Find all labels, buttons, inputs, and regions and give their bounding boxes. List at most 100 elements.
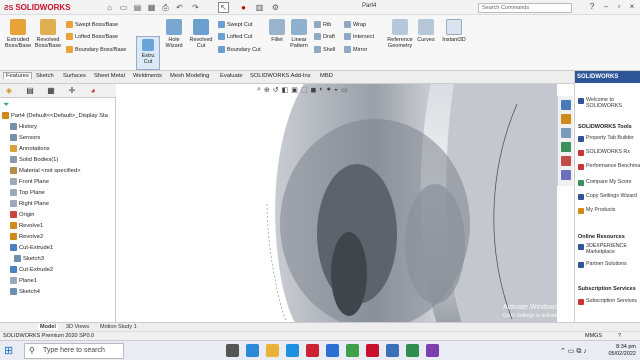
tool-item[interactable]: Copy Settings Wizard (578, 193, 640, 200)
tree-item[interactable]: Right Plane (10, 200, 49, 207)
revolved-cut-button[interactable]: Revolved Cut (188, 19, 214, 49)
tree-item[interactable]: Sketch3 (14, 255, 44, 262)
dimxpert-icon[interactable]: ✛ (67, 86, 77, 96)
home-icon[interactable]: ⌂ (104, 2, 115, 13)
feature-manager-icon[interactable]: ◈ (4, 86, 14, 96)
rib-button[interactable]: Rib (314, 21, 331, 28)
app-icon[interactable] (306, 344, 319, 357)
view-orientation-icon[interactable]: ⬚ (301, 86, 308, 94)
zoom-to-fit-icon[interactable]: ⌕ (257, 86, 261, 94)
tree-item[interactable]: Cut-Extrude2 (10, 266, 53, 273)
tree-root[interactable]: Part4 (Default<<Default>_Display Sta (2, 112, 108, 119)
subscription-item[interactable]: Subscription Services (578, 298, 640, 305)
configuration-manager-icon[interactable]: ▦ (46, 86, 56, 96)
tab-features[interactable]: Features (3, 72, 32, 79)
tree-item[interactable]: Top Plane (10, 189, 45, 196)
tab-sketch[interactable]: Sketch (36, 73, 54, 79)
search-commands-input[interactable]: Search Commands (478, 3, 572, 13)
filter-icon[interactable]: ⏷ (3, 100, 9, 110)
tab-mesh-modeling[interactable]: Mesh Modeling (170, 73, 209, 79)
display-style-icon[interactable]: ◼ (311, 86, 317, 94)
tree-item[interactable]: Material <not specified> (10, 167, 81, 174)
tree-item[interactable]: Origin (10, 211, 34, 218)
mail-icon[interactable] (326, 344, 339, 357)
undo-icon[interactable]: ↶ (174, 2, 185, 13)
windows-start-icon[interactable]: ⊞ (4, 344, 13, 357)
apply-scene-icon[interactable]: ◒ (334, 86, 338, 94)
tree-item[interactable]: Sketch4 (10, 288, 40, 295)
edge-icon[interactable] (246, 344, 259, 357)
units-selector[interactable]: MMGS (585, 333, 602, 339)
tree-item[interactable]: Front Plane (10, 178, 49, 185)
file-explorer-icon[interactable] (561, 128, 571, 138)
task-view-icon[interactable] (226, 344, 239, 357)
explorer-icon[interactable] (266, 344, 279, 357)
solidworks-logo[interactable]: ƧS SOLIDWORKS (4, 3, 70, 12)
chrome-icon[interactable] (346, 344, 359, 357)
welcome-link[interactable]: Welcome to SOLIDWORKS (578, 97, 640, 109)
tab-evaluate[interactable]: Evaluate (220, 73, 243, 79)
hole-wizard-button[interactable]: Hole Wizard (162, 19, 186, 49)
minimize-icon[interactable]: – (600, 1, 612, 13)
tab-surfaces[interactable]: Surfaces (63, 73, 86, 79)
fillet-button[interactable]: Fillet (266, 19, 288, 43)
tab-sheet-metal[interactable]: Sheet Metal (94, 73, 125, 79)
save-icon[interactable]: ▦ (146, 2, 157, 13)
tool-item[interactable]: Compare My Score (578, 179, 640, 186)
redo-icon[interactable]: ↷ (190, 2, 201, 13)
help-icon[interactable]: ? (586, 1, 598, 13)
tab-addins[interactable]: SOLIDWORKS Add-Ins (250, 73, 311, 79)
select-icon[interactable]: ↖ (218, 2, 229, 13)
zoom-area-icon[interactable]: ⊕ (264, 86, 270, 94)
new-document-icon[interactable]: ▭ (118, 2, 129, 13)
edit-appearance-icon[interactable]: ● (327, 86, 331, 94)
print-icon[interactable]: ⎙ (160, 2, 171, 13)
boundary-boss-button[interactable]: Boundary Boss/Base (66, 46, 126, 53)
extruded-boss-button[interactable]: Extruded Boss/Base (3, 19, 33, 49)
tab-motion-study[interactable]: Motion Study 1 (100, 324, 137, 330)
linear-pattern-button[interactable]: Linear Pattern (288, 19, 310, 49)
graphics-area[interactable]: ⌕ ⊕ ↺ ◧ ▣ ⬚ ◼ ◐ ● ◒ ▭ (117, 84, 557, 322)
rebuild-icon[interactable]: ● (238, 2, 249, 13)
tool-item[interactable]: SOLIDWORKS Rx (578, 149, 640, 156)
hide-show-icon[interactable]: ◐ (319, 86, 323, 94)
tab-mbd[interactable]: MBD (320, 73, 333, 79)
tab-3d-views[interactable]: 3D Views (66, 324, 89, 330)
options-icon[interactable]: ⚙ (270, 2, 281, 13)
custom-properties-icon[interactable] (561, 170, 571, 180)
lofted-cut-button[interactable]: Lofted Cut (218, 33, 252, 40)
dynamic-annotation-icon[interactable]: ▣ (291, 86, 298, 94)
section-view-icon[interactable]: ◧ (282, 86, 289, 94)
design-library-icon[interactable] (561, 114, 571, 124)
curves-button[interactable]: Curves (416, 19, 436, 43)
tree-item[interactable]: Annotations (10, 145, 50, 152)
swept-cut-button[interactable]: Swept Cut (218, 21, 252, 28)
store-icon[interactable] (286, 344, 299, 357)
close-icon[interactable]: × (626, 1, 638, 13)
property-manager-icon[interactable]: ▤ (25, 86, 35, 96)
online-item[interactable]: Partner Solutions (578, 261, 640, 268)
open-icon[interactable]: ▤ (132, 2, 143, 13)
tree-item[interactable]: Plane1 (10, 277, 37, 284)
tab-model[interactable]: Model (38, 324, 58, 330)
extruded-cut-button[interactable]: Extru Cut (136, 36, 160, 70)
boundary-cut-button[interactable]: Boundary Cut (218, 46, 261, 53)
previous-view-icon[interactable]: ↺ (273, 86, 279, 94)
word-icon[interactable] (386, 344, 399, 357)
solidworks-taskbar-icon[interactable] (366, 344, 379, 357)
online-item[interactable]: 3DEXPERIENCE Marketplace (578, 243, 640, 255)
swept-boss-button[interactable]: Swept Boss/Base (66, 21, 118, 28)
tool-item[interactable]: Performance Benchmark Test (578, 163, 640, 170)
clock[interactable]: 8:34 pm 05/02/2022 (606, 344, 636, 358)
tree-item[interactable]: Cut-Extrude1 (10, 244, 53, 251)
excel-icon[interactable] (406, 344, 419, 357)
resources-icon[interactable] (561, 100, 571, 110)
onenote-icon[interactable] (426, 344, 439, 357)
view-settings-icon[interactable]: ▭ (341, 86, 348, 94)
tree-item[interactable]: History (10, 123, 37, 130)
help-status-icon[interactable]: ? (618, 333, 621, 339)
tab-weldments[interactable]: Weldments (133, 73, 162, 79)
intersect-button[interactable]: Intersect (344, 33, 374, 40)
lofted-boss-button[interactable]: Lofted Boss/Base (66, 33, 118, 40)
wrap-button[interactable]: Wrap (344, 21, 366, 28)
